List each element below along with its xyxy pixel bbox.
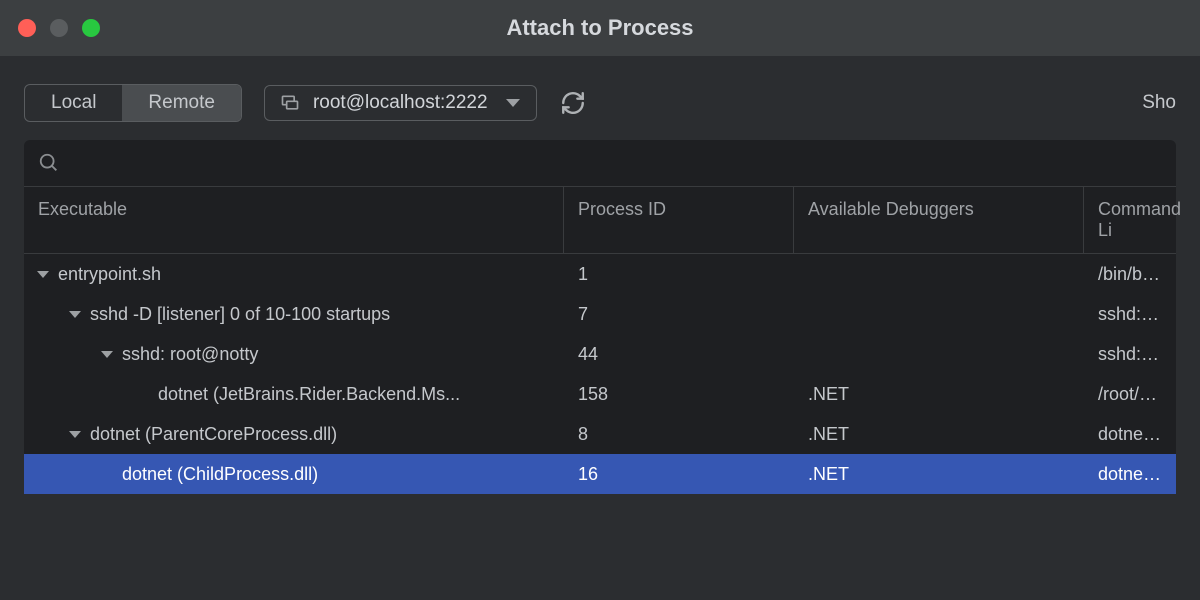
chevron-down-icon: [101, 351, 113, 358]
remote-host-icon: [279, 93, 301, 113]
table-body: entrypoint.sh 1/bin/bash /app sshd -D [lis…: [24, 254, 1176, 494]
exec-label: entrypoint.sh: [58, 264, 161, 285]
process-table: Executable Process ID Available Debugger…: [24, 186, 1176, 494]
chevron-down-icon: [506, 99, 520, 107]
cell-pid: 7: [564, 304, 794, 325]
tree-toggle[interactable]: [36, 267, 50, 281]
chevron-down-icon: [69, 311, 81, 318]
search-row[interactable]: [24, 140, 1176, 186]
table-row[interactable]: sshd -D [listener] 0 of 10-100 startups 7…: [24, 294, 1176, 334]
tab-local[interactable]: Local: [25, 85, 122, 121]
tree-toggle[interactable]: [68, 307, 82, 321]
table-row[interactable]: entrypoint.sh 1/bin/bash /app: [24, 254, 1176, 294]
cell-debuggers: .NET: [794, 464, 1084, 485]
connection-tabs: Local Remote: [24, 84, 242, 122]
cell-debuggers: .NET: [794, 424, 1084, 445]
cell-pid: 8: [564, 424, 794, 445]
exec-label: sshd -D [listener] 0 of 10-100 startups: [90, 304, 390, 325]
chevron-down-icon: [69, 431, 81, 438]
cell-cmdline: /bin/bash /app: [1084, 264, 1176, 285]
cell-executable: sshd -D [listener] 0 of 10-100 startups: [24, 304, 564, 325]
tree-toggle[interactable]: [100, 347, 114, 361]
tab-remote[interactable]: Remote: [122, 85, 241, 121]
cell-pid: 16: [564, 464, 794, 485]
show-label[interactable]: Sho: [1142, 92, 1176, 114]
cell-pid: 44: [564, 344, 794, 365]
traffic-lights: [18, 19, 100, 37]
table-row[interactable]: dotnet (JetBrains.Rider.Backend.Ms... 158…: [24, 374, 1176, 414]
table-row[interactable]: dotnet (ParentCoreProcess.dll) 8.NETdotne…: [24, 414, 1176, 454]
cell-executable: dotnet (ChildProcess.dll): [24, 464, 564, 485]
chevron-down-icon: [37, 271, 49, 278]
col-pid[interactable]: Process ID: [564, 187, 794, 253]
cell-executable: entrypoint.sh: [24, 264, 564, 285]
host-select[interactable]: root@localhost:2222: [264, 85, 537, 121]
search-icon: [38, 152, 60, 174]
refresh-button[interactable]: [559, 89, 587, 117]
exec-label: sshd: root@notty: [122, 344, 258, 365]
cell-pid: 1: [564, 264, 794, 285]
exec-label: dotnet (JetBrains.Rider.Backend.Ms...: [158, 384, 460, 405]
cell-cmdline: sshd: root@no: [1084, 344, 1176, 365]
close-button[interactable]: [18, 19, 36, 37]
table-header: Executable Process ID Available Debugger…: [24, 186, 1176, 254]
cell-cmdline: sshd: /usr/sbi: [1084, 304, 1176, 325]
cell-cmdline: /root/.local/sh: [1084, 384, 1176, 405]
cell-executable: dotnet (ParentCoreProcess.dll): [24, 424, 564, 445]
maximize-button[interactable]: [82, 19, 100, 37]
cell-cmdline: dotnet ChildP: [1084, 464, 1176, 485]
col-executable[interactable]: Executable: [24, 187, 564, 253]
exec-label: dotnet (ChildProcess.dll): [122, 464, 318, 485]
cell-debuggers: .NET: [794, 384, 1084, 405]
table-row[interactable]: dotnet (ChildProcess.dll) 16.NETdotnet Ch…: [24, 454, 1176, 494]
cell-cmdline: dotnet /app/P: [1084, 424, 1176, 445]
table-row[interactable]: sshd: root@notty 44 sshd: root@no: [24, 334, 1176, 374]
cell-pid: 158: [564, 384, 794, 405]
tree-toggle: [136, 387, 150, 401]
col-debuggers[interactable]: Available Debuggers: [794, 187, 1084, 253]
cell-executable: sshd: root@notty: [24, 344, 564, 365]
tree-toggle[interactable]: [68, 427, 82, 441]
toolbar: Local Remote root@localhost:2222 Sho: [0, 56, 1200, 140]
cell-executable: dotnet (JetBrains.Rider.Backend.Ms...: [24, 384, 564, 405]
exec-label: dotnet (ParentCoreProcess.dll): [90, 424, 337, 445]
titlebar: Attach to Process: [0, 0, 1200, 56]
host-label: root@localhost:2222: [313, 92, 488, 114]
tree-toggle: [100, 467, 114, 481]
minimize-button[interactable]: [50, 19, 68, 37]
window-title: Attach to Process: [506, 15, 693, 41]
col-cmdline[interactable]: Command Li: [1084, 187, 1195, 253]
